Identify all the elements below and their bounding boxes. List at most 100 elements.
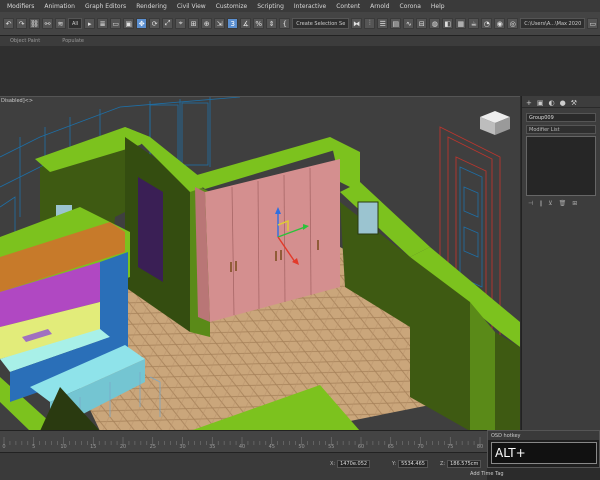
remove-modifier-icon[interactable]: 🗑 bbox=[559, 200, 567, 207]
corona-render-icon[interactable]: ◎ bbox=[507, 18, 519, 29]
menu-animation[interactable]: Animation bbox=[39, 3, 80, 10]
z-coord-field[interactable]: 186.575cm bbox=[447, 460, 482, 468]
menu-graph-editors[interactable]: Graph Editors bbox=[80, 3, 131, 10]
modifier-list-dropdown[interactable]: Modifier List bbox=[526, 125, 596, 134]
curve-editor-icon[interactable]: ∿ bbox=[403, 18, 415, 29]
configure-modifier-sets-icon[interactable]: ⊞ bbox=[572, 200, 577, 207]
show-end-result-icon[interactable]: ∥ bbox=[539, 200, 542, 207]
utilities-tab-icon[interactable]: ⚒ bbox=[571, 99, 577, 107]
select-rotate-icon[interactable]: ⟳ bbox=[149, 18, 161, 29]
render-setup-icon[interactable]: ◧ bbox=[442, 18, 454, 29]
unlink-icon[interactable]: ⚯ bbox=[42, 18, 53, 29]
material-editor-icon[interactable]: ◍ bbox=[429, 18, 441, 29]
pin-stack-icon[interactable]: ⊣ bbox=[528, 200, 533, 207]
angle-snap-icon[interactable]: ∡ bbox=[240, 18, 252, 29]
stack-controls: ⊣ ∥ ⊻ 🗑 ⊞ bbox=[528, 200, 594, 207]
status-bar: X: 1470e.052 Y: 5534.465 Z: 186.575cm Ad… bbox=[0, 452, 504, 480]
ribbon-area bbox=[0, 46, 600, 96]
timeline-tick-label: 20 bbox=[119, 444, 127, 450]
menu-customize[interactable]: Customize bbox=[211, 3, 253, 10]
viewport-label[interactable]: Disabled]<> bbox=[1, 98, 33, 104]
select-scale-icon[interactable]: ⤢ bbox=[162, 18, 174, 29]
y-coord-field[interactable]: 5534.465 bbox=[398, 460, 428, 468]
schematic-view-icon[interactable]: ⊟ bbox=[416, 18, 428, 29]
create-tab-icon[interactable]: + bbox=[526, 99, 532, 107]
x-label: X: bbox=[330, 461, 336, 467]
z-label: Z: bbox=[440, 461, 446, 467]
mirror-icon[interactable]: ⧓ bbox=[351, 18, 363, 29]
timeline-tick-label: 75 bbox=[447, 444, 454, 450]
timeline-tick-label: 55 bbox=[328, 444, 335, 450]
render-production-icon[interactable]: ☕ bbox=[468, 18, 480, 29]
select-object-icon[interactable]: ▸ bbox=[84, 18, 96, 29]
undo-icon[interactable]: ↶ bbox=[3, 18, 14, 29]
link-icon[interactable]: ⛓ bbox=[29, 18, 40, 29]
timeline-tick-label: 70 bbox=[417, 444, 424, 450]
timeline-tick-label: 15 bbox=[90, 444, 97, 450]
osd-hotkey-panel: OSD hotkey ALT+ bbox=[487, 430, 600, 468]
menu-interactive[interactable]: Interactive bbox=[289, 3, 331, 10]
ribbon-object-paint[interactable]: Object Paint bbox=[10, 38, 40, 44]
osd-hotkey-display: ALT+ bbox=[491, 442, 597, 464]
menu-help[interactable]: Help bbox=[426, 3, 450, 10]
main-toolbar: ↶ ↷ ⛓ ⚯ ≋ All ▸ ≣ ▭ ▣ ✥ ⟳ ⤢ ⌖ ⊞ ⊕ ⇲ 3 ∡ … bbox=[0, 12, 600, 36]
scene-render bbox=[0, 97, 520, 430]
view-cube[interactable] bbox=[480, 111, 510, 135]
window-crossing-icon[interactable]: ▣ bbox=[123, 18, 135, 29]
named-selection-set-dropdown[interactable]: Create Selection Se bbox=[292, 18, 350, 29]
make-unique-icon[interactable]: ⊻ bbox=[548, 200, 552, 207]
timeline-tick-label: 50 bbox=[298, 444, 305, 450]
select-manipulate-icon[interactable]: ⇲ bbox=[214, 18, 226, 29]
menu-modifiers[interactable]: Modifiers bbox=[2, 3, 39, 10]
rectangular-selection-icon[interactable]: ▭ bbox=[110, 18, 122, 29]
motion-tab-icon[interactable]: ● bbox=[560, 99, 566, 107]
ribbon-populate[interactable]: Populate bbox=[62, 38, 84, 44]
timeline-tick-label: 25 bbox=[149, 444, 156, 450]
menu-civil-view[interactable]: Civil View bbox=[172, 3, 211, 10]
time-slider[interactable]: 0 5 10 15 20 25 30 35 40 45 50 55 60 65 70 75 80 bbox=[0, 430, 487, 452]
x-coord-field[interactable]: 1470e.052 bbox=[337, 460, 371, 468]
selection-filter-dropdown[interactable]: All bbox=[68, 18, 83, 29]
select-move-icon[interactable]: ✥ bbox=[136, 18, 148, 29]
arnold-render-icon[interactable]: ◉ bbox=[494, 18, 506, 29]
align-icon[interactable]: ⫶ bbox=[364, 18, 376, 29]
doorway bbox=[138, 177, 163, 282]
place-icon[interactable]: ⌖ bbox=[175, 18, 187, 29]
menu-content[interactable]: Content bbox=[331, 3, 365, 10]
bind-spacewarp-icon[interactable]: ≋ bbox=[55, 18, 66, 29]
osd-title: OSD hotkey bbox=[488, 431, 599, 440]
rendered-frame-window-icon[interactable]: ▦ bbox=[455, 18, 467, 29]
toggle-ribbon-icon[interactable]: ▤ bbox=[390, 18, 402, 29]
timeline-tick-label: 60 bbox=[357, 444, 365, 450]
edit-named-selection-icon[interactable]: { bbox=[279, 18, 291, 29]
menu-corona[interactable]: Corona bbox=[395, 3, 426, 10]
reference-coord-icon[interactable]: ⊞ bbox=[188, 18, 200, 29]
modify-tab-icon[interactable]: ▣ bbox=[537, 99, 544, 107]
spinner-snap-icon[interactable]: ⇕ bbox=[266, 18, 278, 29]
timeline-tick-label: 5 bbox=[32, 444, 36, 450]
open-folder-icon[interactable]: ▭ bbox=[587, 18, 599, 29]
redo-icon[interactable]: ↷ bbox=[16, 18, 27, 29]
pivot-center-icon[interactable]: ⊕ bbox=[201, 18, 213, 29]
perspective-viewport[interactable]: Disabled]<> bbox=[0, 96, 520, 430]
ribbon-panel: Object Paint Populate bbox=[0, 36, 600, 46]
workspace-path-dropdown[interactable]: C:\Users\A...\Max 2020 bbox=[520, 18, 586, 29]
z-coord: Z: 186.575cm bbox=[440, 460, 482, 468]
snaps-toggle-icon[interactable]: 3 bbox=[227, 18, 239, 29]
window-opening bbox=[357, 201, 379, 235]
menu-scripting[interactable]: Scripting bbox=[252, 3, 289, 10]
select-by-name-icon[interactable]: ≣ bbox=[97, 18, 109, 29]
render-iterative-icon[interactable]: ◔ bbox=[481, 18, 493, 29]
timeline-tick-label: 65 bbox=[387, 444, 394, 450]
x-coord: X: 1470e.052 bbox=[330, 460, 371, 468]
modifier-stack[interactable] bbox=[526, 136, 596, 196]
percent-snap-icon[interactable]: % bbox=[253, 18, 265, 29]
layer-explorer-icon[interactable]: ☰ bbox=[377, 18, 389, 29]
add-time-tag[interactable]: Add Time Tag bbox=[470, 471, 504, 477]
object-name-field[interactable]: Group009 bbox=[526, 113, 596, 122]
hierarchy-tab-icon[interactable]: ◐ bbox=[549, 99, 555, 107]
right-pillar-front bbox=[495, 332, 520, 430]
timeline-tick-label: 40 bbox=[238, 444, 246, 450]
menu-arnold[interactable]: Arnold bbox=[365, 3, 394, 10]
menu-rendering[interactable]: Rendering bbox=[131, 3, 172, 10]
